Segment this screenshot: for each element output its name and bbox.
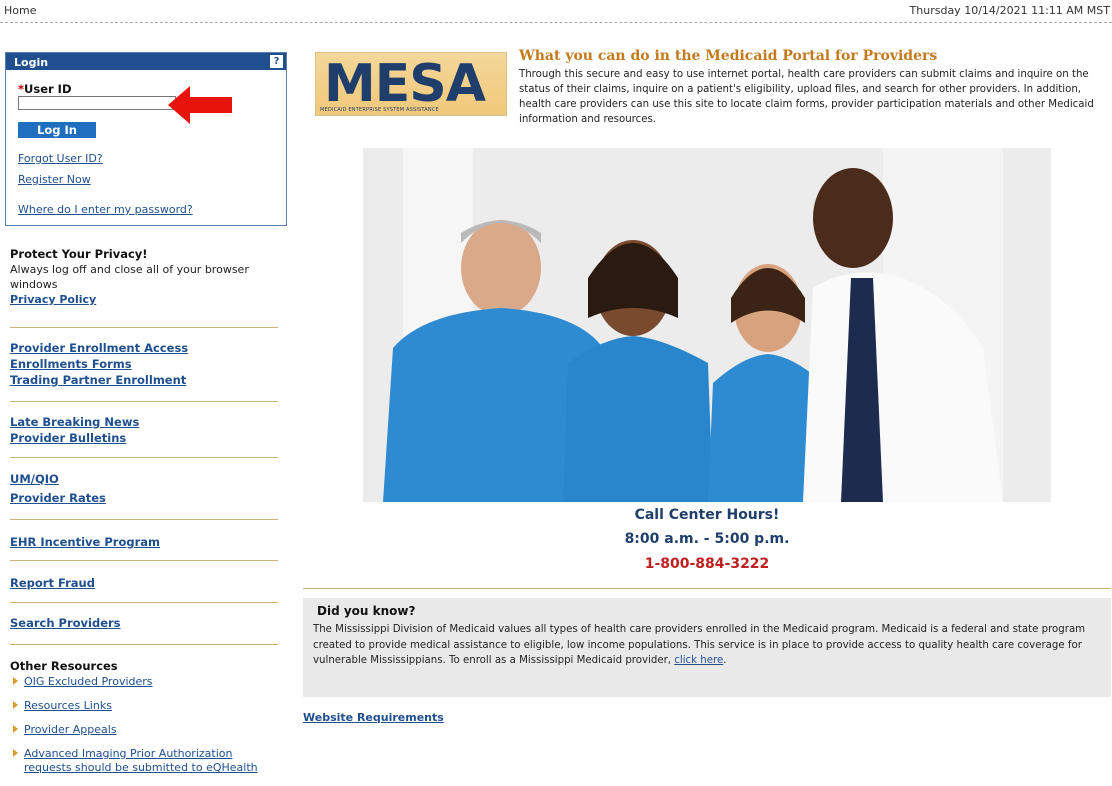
providers-photo-illustration — [363, 148, 1051, 502]
enrollments-forms-link[interactable]: Enrollments Forms — [10, 356, 278, 372]
intro-title: What you can do in the Medicaid Portal f… — [519, 48, 938, 64]
login-panel: Login ? *User ID Log In Forgot User ID? … — [5, 52, 287, 226]
breadcrumb-home[interactable]: Home — [4, 4, 36, 17]
login-button[interactable]: Log In — [18, 122, 96, 138]
section-divider — [303, 588, 1111, 589]
call-center-hours: 8:00 a.m. - 5:00 p.m. — [624, 531, 790, 547]
user-id-label: *User ID — [18, 82, 72, 96]
mesa-logo-tagline: MEDICAID ENTERPRISE SYSTEM ASSISTANCE — [320, 107, 439, 113]
advanced-imaging-link[interactable]: Advanced Imaging Prior Authorization req… — [10, 747, 274, 775]
privacy-title: Protect Your Privacy! — [10, 247, 148, 261]
mesa-logo: MESA MEDICAID ENTERPRISE SYSTEM ASSISTAN… — [315, 52, 507, 116]
provider-enrollment-access-link[interactable]: Provider Enrollment Access — [10, 340, 278, 356]
bullet-arrow-icon — [13, 749, 18, 757]
did-you-know-text-block: The Mississippi Division of Medicaid val… — [313, 624, 1086, 666]
search-section: Search Providers — [10, 603, 278, 645]
click-here-link[interactable]: click here — [674, 655, 723, 666]
fraud-section: Report Fraud — [10, 561, 278, 603]
privacy-text: Always log off and close all of your bro… — [10, 263, 249, 291]
search-providers-link[interactable]: Search Providers — [10, 615, 278, 631]
bullet-arrow-icon — [13, 701, 18, 709]
provider-appeals-link[interactable]: Provider Appeals — [10, 723, 278, 737]
top-bar: Home Thursday 10/14/2021 11:11 AM MST — [0, 0, 1112, 23]
news-section: Late Breaking News Provider Bulletins — [10, 402, 278, 458]
providers-photo — [363, 148, 1051, 502]
other-resources-title: Other Resources — [10, 659, 118, 673]
website-requirements-link[interactable]: Website Requirements — [303, 711, 444, 724]
current-datetime: Thursday 10/14/2021 11:11 AM MST — [909, 4, 1110, 17]
call-center-title: Call Center Hours! — [634, 507, 780, 523]
privacy-policy-link[interactable]: Privacy Policy — [10, 292, 278, 308]
trading-partner-enrollment-link[interactable]: Trading Partner Enrollment — [10, 372, 278, 388]
password-help-link[interactable]: Where do I enter my password? — [18, 203, 193, 216]
sidebar: Protect Your Privacy! Always log off and… — [10, 240, 278, 775]
did-you-know-title: Did you know? — [317, 604, 416, 618]
login-header: Login ? — [6, 53, 286, 70]
user-id-input[interactable] — [18, 96, 176, 110]
did-you-know-box: Did you know? The Mississippi Division o… — [303, 598, 1111, 697]
qio-section: UM/QIO Provider Rates — [10, 458, 278, 520]
bullet-arrow-icon — [13, 725, 18, 733]
ehr-incentive-program-link[interactable]: EHR Incentive Program — [10, 534, 278, 550]
login-title: Login — [14, 56, 49, 69]
provider-bulletins-link[interactable]: Provider Bulletins — [10, 430, 278, 446]
register-now-link[interactable]: Register Now — [18, 173, 91, 186]
provider-rates-link[interactable]: Provider Rates — [10, 489, 278, 508]
enrollment-section: Provider Enrollment Access Enrollments F… — [10, 328, 278, 402]
resources-links-link[interactable]: Resources Links — [10, 699, 278, 713]
mesa-logo-text: MESA — [324, 54, 486, 114]
ehr-section: EHR Incentive Program — [10, 520, 278, 561]
report-fraud-link[interactable]: Report Fraud — [10, 575, 278, 591]
red-arrow-icon — [168, 86, 232, 124]
bullet-arrow-icon — [13, 677, 18, 685]
privacy-section: Protect Your Privacy! Always log off and… — [10, 246, 278, 328]
late-breaking-news-link[interactable]: Late Breaking News — [10, 414, 278, 430]
user-id-label-text: User ID — [24, 82, 72, 96]
forgot-user-id-link[interactable]: Forgot User ID? — [18, 152, 103, 165]
help-icon[interactable]: ? — [270, 55, 283, 68]
other-resources-section: Other Resources OIG Excluded Providers R… — [10, 645, 278, 775]
call-center-phone: 1-800-884-3222 — [644, 556, 770, 572]
intro-text: Through this secure and easy to use inte… — [519, 69, 1094, 125]
oig-excluded-providers-link[interactable]: OIG Excluded Providers — [10, 675, 278, 689]
um-qio-link[interactable]: UM/QIO — [10, 470, 278, 489]
